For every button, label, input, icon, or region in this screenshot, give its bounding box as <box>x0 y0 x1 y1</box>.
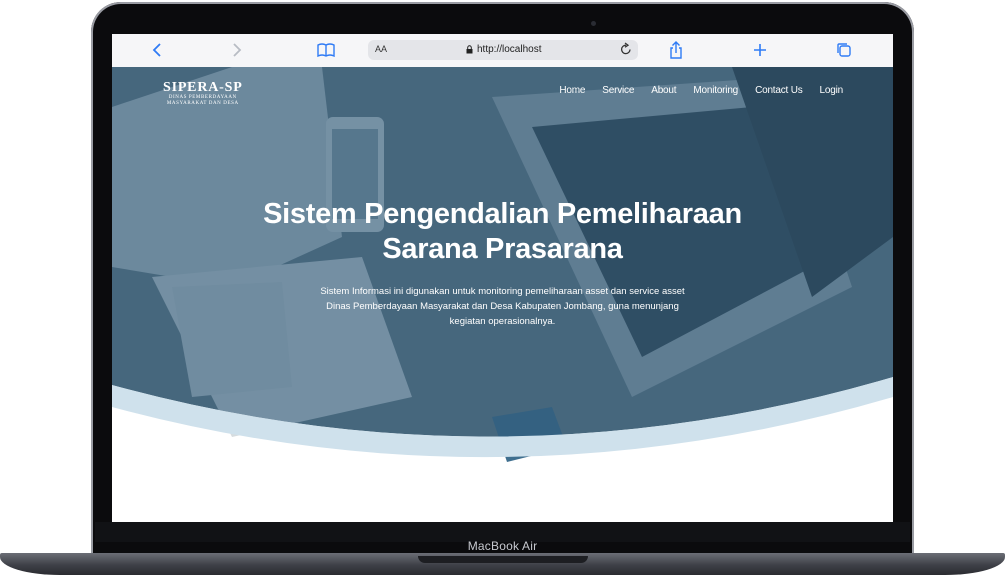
share-icon[interactable] <box>669 41 683 59</box>
address-bar[interactable]: AA http://localhost <box>368 40 638 60</box>
url-text: http://localhost <box>477 44 542 55</box>
hero-title: Sistem Pengendalian Pemeliharaan Sarana … <box>172 197 833 267</box>
nav-about[interactable]: About <box>651 85 676 96</box>
book-icon[interactable] <box>317 41 335 59</box>
main-nav: Home Service About Monitoring Contact Us… <box>542 85 843 96</box>
laptop-notch <box>418 556 588 563</box>
tabs-icon[interactable] <box>836 41 852 59</box>
reload-icon[interactable] <box>620 42 632 61</box>
url-display[interactable]: http://localhost <box>466 44 541 55</box>
screen: AA http://localhost SIPERA-SP DINAS PEMB… <box>112 34 893 522</box>
nav-monitoring[interactable]: Monitoring <box>693 85 738 96</box>
hero-description: Sistem Informasi ini digunakan untuk mon… <box>320 286 685 327</box>
nav-login[interactable]: Login <box>820 85 844 96</box>
browser-toolbar: AA http://localhost <box>112 34 893 68</box>
camera <box>591 21 596 26</box>
logo-title: SIPERA-SP <box>163 80 243 95</box>
nav-service[interactable]: Service <box>602 85 634 96</box>
chevron-right-icon[interactable] <box>232 41 242 59</box>
logo-subtitle-line2: MASYARAKAT DAN DESA <box>166 101 239 106</box>
device-brand-label: MacBook Air <box>467 539 538 553</box>
hero-section: SIPERA-SP DINAS PEMBERDAYAAN MASYARAKAT … <box>112 67 893 522</box>
hero-title-line1: Sistem Pengendalian Pemeliharaan <box>263 198 742 230</box>
plus-icon[interactable] <box>753 41 767 59</box>
hero-title-line2: Sarana Prasarana <box>382 233 623 265</box>
site-logo[interactable]: SIPERA-SP DINAS PEMBERDAYAAN MASYARAKAT … <box>163 81 243 107</box>
nav-home[interactable]: Home <box>559 85 585 96</box>
text-size-button[interactable]: AA <box>375 44 387 54</box>
lock-icon <box>466 45 473 54</box>
nav-contact-us[interactable]: Contact Us <box>755 85 803 96</box>
chevron-left-icon[interactable] <box>152 41 162 59</box>
